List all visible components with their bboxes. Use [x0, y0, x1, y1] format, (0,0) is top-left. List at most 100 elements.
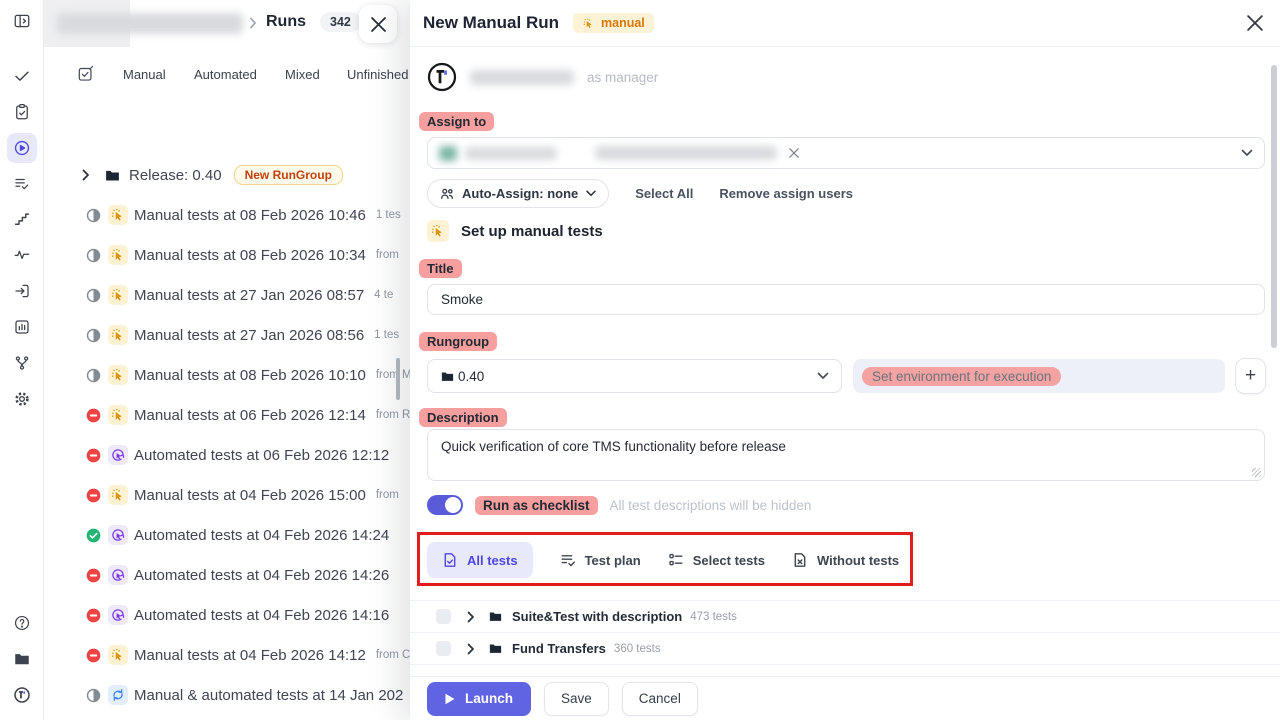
- run-list-item[interactable]: Manual tests at 27 Jan 2026 08:57 4 te: [44, 275, 410, 315]
- close-icon[interactable]: [1243, 11, 1267, 35]
- auto-assign-dropdown[interactable]: Auto-Assign: none: [427, 179, 609, 208]
- help-icon[interactable]: [7, 608, 37, 638]
- analytics-icon[interactable]: [7, 312, 37, 342]
- run-meta: from: [376, 489, 399, 501]
- run-list-item[interactable]: Manual tests at 27 Jan 2026 08:561 tes: [44, 315, 410, 355]
- bulk-select-icon[interactable]: [77, 65, 94, 87]
- run-list-item[interactable]: Automated tests at 04 Feb 2026 14:24: [44, 515, 410, 555]
- run-meta: from M: [376, 369, 410, 381]
- select-all-button[interactable]: Select All: [635, 186, 693, 201]
- run-title: Manual tests at 27 Jan 2026 08:57: [134, 287, 364, 304]
- run-title: Manual tests at 04 Feb 2026 15:00: [134, 487, 366, 504]
- branch-icon[interactable]: [7, 348, 37, 378]
- assign-to-label: Assign to: [419, 112, 494, 131]
- import-icon[interactable]: [7, 276, 37, 306]
- icon-sidebar: [0, 0, 44, 720]
- run-title: Manual tests at 27 Jan 2026 08:56: [134, 327, 364, 344]
- resize-grip-icon[interactable]: [1252, 468, 1261, 477]
- status-progress-icon: [86, 688, 101, 703]
- suite-tree-row[interactable]: Suite&Test with description473 tests: [410, 601, 1280, 633]
- run-title: Automated tests at 04 Feb 2026 14:16: [134, 607, 389, 624]
- runs-filter-unfinished[interactable]: Unfinished: [347, 67, 408, 82]
- remove-assignee-icon[interactable]: [789, 148, 799, 158]
- run-list-item[interactable]: Manual tests at 04 Feb 2026 14:12from C: [44, 635, 410, 675]
- app-logo[interactable]: [7, 680, 37, 710]
- add-environment-button[interactable]: +: [1235, 358, 1266, 394]
- rungroup-select[interactable]: 0.40: [427, 359, 842, 393]
- description-textarea[interactable]: Quick verification of core TMS functiona…: [427, 429, 1265, 481]
- runs-list-scrollbar[interactable]: [396, 358, 400, 400]
- suite-checkbox[interactable]: [436, 609, 451, 624]
- status-progress-icon: [86, 248, 101, 263]
- chevron-right-icon[interactable]: [466, 611, 476, 623]
- runs-play-icon[interactable]: [7, 133, 37, 163]
- chevron-right-icon[interactable]: [466, 643, 476, 655]
- suite-checkbox[interactable]: [436, 641, 451, 656]
- suite-test-count: 473 tests: [690, 611, 737, 623]
- chevron-right-icon[interactable]: [81, 169, 91, 181]
- run-title: Manual tests at 08 Feb 2026 10:34: [134, 247, 366, 264]
- status-progress-icon: [86, 288, 101, 303]
- suite-tree-row[interactable]: Fund Transfers360 tests: [410, 633, 1280, 665]
- title-input[interactable]: Smoke: [427, 284, 1265, 315]
- run-list-item[interactable]: Manual tests at 08 Feb 2026 10:34from: [44, 235, 410, 275]
- runs-count-badge: 342: [320, 12, 361, 32]
- status-failed-icon: [86, 608, 101, 623]
- run-list-item[interactable]: Automated tests at 04 Feb 2026 14:16: [44, 595, 410, 635]
- run-list-item[interactable]: Automated tests at 06 Feb 2026 12:12: [44, 435, 410, 475]
- assign-actions-row: Auto-Assign: none Select All Remove assi…: [427, 179, 853, 208]
- status-failed-icon: [86, 448, 101, 463]
- tab-without-tests[interactable]: Without tests: [792, 552, 899, 568]
- runs-panel-close-button[interactable]: [359, 5, 397, 43]
- run-list-item[interactable]: Manual & automated tests at 14 Jan 202: [44, 675, 410, 715]
- run-list-item[interactable]: Manual tests at 06 Feb 2026 12:14from R: [44, 395, 410, 435]
- panel-scrollbar[interactable]: [1271, 65, 1277, 348]
- runs-filter-manual[interactable]: Manual: [123, 67, 166, 82]
- run-list-item[interactable]: Automated tests at 04 Feb 2026 14:26: [44, 555, 410, 595]
- breadcrumb-project-redacted[interactable]: [57, 13, 243, 34]
- launch-button[interactable]: Launch: [427, 682, 531, 716]
- clipboard-check-icon[interactable]: [7, 97, 37, 127]
- app-root: Runs 342 ManualAutomatedMixedUnfinished …: [0, 0, 1280, 720]
- assignee-avatar-redacted: [439, 146, 457, 161]
- panel-toggle-icon[interactable]: [7, 6, 37, 36]
- run-list-item[interactable]: Manual tests at 08 Feb 2026 10:461 tes: [44, 195, 410, 235]
- pulse-icon[interactable]: [7, 240, 37, 270]
- cancel-button[interactable]: Cancel: [622, 682, 698, 716]
- run-meta: 4 te: [374, 289, 393, 301]
- rungroup-title: Release: 0.40: [129, 167, 222, 184]
- folder-icon: [440, 369, 455, 384]
- run-title: Automated tests at 04 Feb 2026 14:24: [134, 527, 389, 544]
- environment-input[interactable]: Set environment for execution: [853, 359, 1225, 393]
- new-manual-run-panel: New Manual Run manual as manager Assign …: [410, 0, 1280, 720]
- run-meta: 1 tes: [376, 209, 401, 221]
- save-button[interactable]: Save: [544, 682, 609, 716]
- settings-gear-icon[interactable]: [7, 384, 37, 414]
- run-type-manual-icon: [108, 245, 128, 265]
- remove-assign-users-button[interactable]: Remove assign users: [719, 186, 853, 201]
- folder-icon: [104, 167, 121, 184]
- tab-all-tests[interactable]: All tests: [427, 542, 533, 578]
- run-list-item[interactable]: Manual tests at 08 Feb 2026 10:10 from M: [44, 355, 410, 395]
- assign-users-select[interactable]: [427, 137, 1265, 169]
- run-title: Manual tests at 08 Feb 2026 10:10: [134, 367, 366, 384]
- runs-filter-mixed[interactable]: Mixed: [285, 67, 320, 82]
- check-icon[interactable]: [7, 61, 37, 91]
- run-type-manual-icon: [108, 205, 128, 225]
- steps-icon[interactable]: [7, 204, 37, 234]
- run-type-manual-icon: [108, 405, 128, 425]
- status-failed-icon: [86, 488, 101, 503]
- description-label: Description: [419, 408, 507, 427]
- projects-folder-icon[interactable]: [7, 644, 37, 674]
- status-failed-icon: [86, 408, 101, 423]
- run-list-item[interactable]: Manual tests at 04 Feb 2026 15:00 from: [44, 475, 410, 515]
- tab-test-plan[interactable]: Test plan: [560, 552, 641, 568]
- run-as-checklist-toggle[interactable]: [427, 495, 463, 515]
- tab-select-tests[interactable]: Select tests: [668, 552, 765, 568]
- run-owner-row: as manager: [427, 62, 658, 92]
- owner-role-text: as manager: [587, 70, 658, 85]
- list-check-icon[interactable]: [7, 169, 37, 199]
- assignee-name-redacted: [595, 146, 777, 160]
- runs-filter-automated[interactable]: Automated: [194, 67, 257, 82]
- rungroup-row[interactable]: Release: 0.40New RunGroup: [44, 155, 410, 195]
